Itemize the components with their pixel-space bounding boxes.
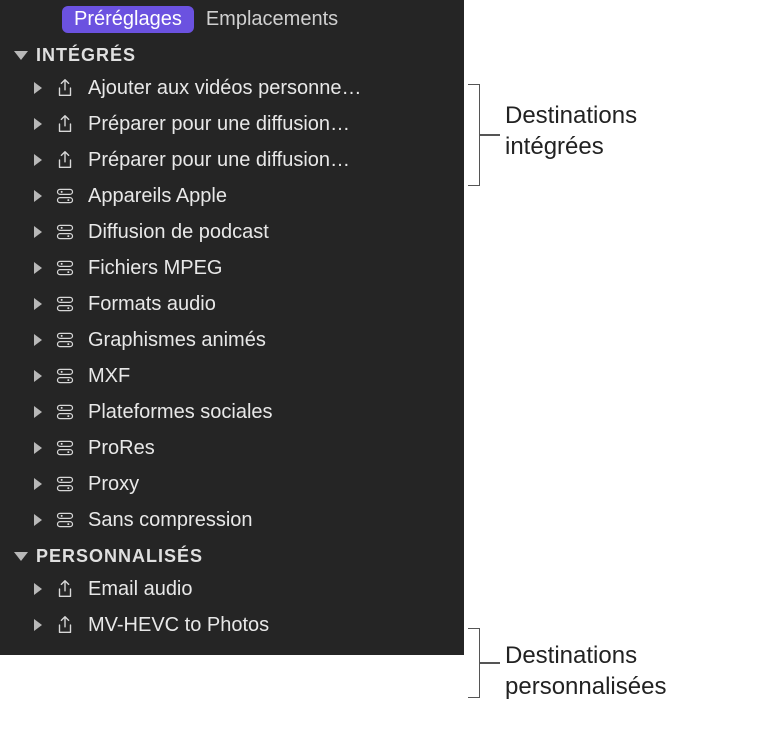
share-icon (52, 147, 78, 173)
list-item[interactable]: Fichiers MPEG (0, 250, 464, 286)
list-item[interactable]: MXF (0, 358, 464, 394)
preset-sliders-icon (52, 255, 78, 281)
annotation-custom: Destinationspersonnalisées (505, 640, 666, 702)
list-item[interactable]: Proxy (0, 466, 464, 502)
chevron-down-icon (14, 552, 28, 561)
preset-sliders-icon (52, 219, 78, 245)
chevron-right-icon (34, 583, 42, 595)
item-label: Email audio (88, 578, 193, 601)
preset-sliders-icon (52, 327, 78, 353)
chevron-right-icon (34, 514, 42, 526)
item-label: Préparer pour une diffusion… (88, 113, 350, 136)
chevron-right-icon (34, 478, 42, 490)
share-icon (52, 111, 78, 137)
presets-sidebar: Préréglages Emplacements INTÉGRÉS Ajoute… (0, 0, 464, 655)
tab-bar: Préréglages Emplacements (0, 0, 464, 37)
item-label: Sans compression (88, 509, 253, 532)
chevron-right-icon (34, 118, 42, 130)
list-item[interactable]: Graphismes animés (0, 322, 464, 358)
chevron-right-icon (34, 619, 42, 631)
item-label: MV-HEVC to Photos (88, 614, 269, 637)
item-label: Ajouter aux vidéos personne… (88, 77, 362, 100)
preset-sliders-icon (52, 435, 78, 461)
item-label: Fichiers MPEG (88, 257, 222, 280)
chevron-right-icon (34, 406, 42, 418)
list-item[interactable]: Formats audio (0, 286, 464, 322)
share-icon (52, 576, 78, 602)
list-item[interactable]: MV-HEVC to Photos (0, 607, 464, 643)
item-label: Proxy (88, 473, 139, 496)
list-item[interactable]: Plateformes sociales (0, 394, 464, 430)
item-label: Graphismes animés (88, 329, 266, 352)
preset-sliders-icon (52, 183, 78, 209)
list-item[interactable]: Ajouter aux vidéos personne… (0, 70, 464, 106)
list-item[interactable]: ProRes (0, 430, 464, 466)
list-item[interactable]: Sans compression (0, 502, 464, 538)
tab-locations[interactable]: Emplacements (194, 6, 350, 33)
item-label: Préparer pour une diffusion… (88, 149, 350, 172)
chevron-down-icon (14, 51, 28, 60)
chevron-right-icon (34, 190, 42, 202)
tab-presets[interactable]: Préréglages (62, 6, 194, 33)
chevron-right-icon (34, 154, 42, 166)
item-label: MXF (88, 365, 130, 388)
list-item[interactable]: Préparer pour une diffusion… (0, 142, 464, 178)
section-header-builtin[interactable]: INTÉGRÉS (0, 37, 464, 70)
chevron-right-icon (34, 334, 42, 346)
custom-items: Email audio MV-HEVC to Photos (0, 571, 464, 643)
item-label: ProRes (88, 437, 155, 460)
builtin-items: Ajouter aux vidéos personne… Préparer pou… (0, 70, 464, 538)
list-item[interactable]: Appareils Apple (0, 178, 464, 214)
chevron-right-icon (34, 226, 42, 238)
list-item[interactable]: Diffusion de podcast (0, 214, 464, 250)
preset-sliders-icon (52, 291, 78, 317)
chevron-right-icon (34, 442, 42, 454)
section-title-custom: PERSONNALISÉS (36, 546, 203, 567)
item-label: Formats audio (88, 293, 216, 316)
chevron-right-icon (34, 262, 42, 274)
item-label: Plateformes sociales (88, 401, 273, 424)
annotation-builtin: Destinationsintégrées (505, 100, 637, 162)
item-label: Appareils Apple (88, 185, 227, 208)
annotation-bracket-custom (468, 628, 480, 698)
share-icon (52, 612, 78, 638)
list-item[interactable]: Préparer pour une diffusion… (0, 106, 464, 142)
preset-sliders-icon (52, 399, 78, 425)
share-icon (52, 75, 78, 101)
chevron-right-icon (34, 82, 42, 94)
chevron-right-icon (34, 370, 42, 382)
preset-sliders-icon (52, 507, 78, 533)
preset-sliders-icon (52, 471, 78, 497)
annotation-connector-custom (480, 662, 500, 664)
item-label: Diffusion de podcast (88, 221, 269, 244)
list-item[interactable]: Email audio (0, 571, 464, 607)
annotation-connector-builtin (480, 134, 500, 136)
section-header-custom[interactable]: PERSONNALISÉS (0, 538, 464, 571)
chevron-right-icon (34, 298, 42, 310)
annotation-bracket-builtin (468, 84, 480, 186)
preset-sliders-icon (52, 363, 78, 389)
section-title-builtin: INTÉGRÉS (36, 45, 136, 66)
